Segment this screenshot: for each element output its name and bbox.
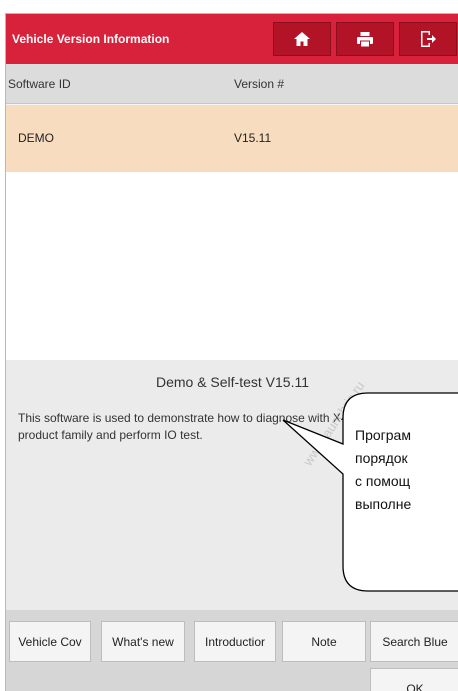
ok-button[interactable]: OK (370, 668, 458, 691)
callout-line: порядок (355, 450, 408, 466)
button-bar: Vehicle Cov What's new Introductior Note… (6, 610, 458, 691)
cell-version: V15.11 (234, 131, 272, 145)
column-header-version: Version # (234, 77, 285, 91)
callout-line: Програм (355, 427, 411, 443)
whats-new-button[interactable]: What's new (101, 621, 185, 662)
cell-software-id: DEMO (18, 131, 54, 145)
note-button[interactable]: Note (282, 621, 366, 662)
home-icon (294, 32, 310, 46)
vehicle-coverage-button[interactable]: Vehicle Cov (9, 621, 91, 662)
table-empty-area (6, 172, 458, 360)
table-row[interactable]: DEMO V15.11 (6, 105, 458, 172)
callout-text: Програм порядок с помощ выполне (355, 424, 458, 516)
callout-line: с помощ (355, 473, 411, 489)
exit-button[interactable] (399, 22, 457, 56)
page-title: Vehicle Version Information (12, 32, 170, 46)
print-icon (357, 31, 373, 47)
introduction-button[interactable]: Introductior (194, 621, 276, 662)
callout-line: выполне (355, 496, 412, 512)
column-header-software-id: Software ID (8, 77, 71, 91)
table-header: Software ID Version # (6, 64, 458, 104)
search-blue-button[interactable]: Search Blue (370, 621, 458, 662)
app-window: Vehicle Version Information Software ID … (5, 13, 458, 691)
title-bar: Vehicle Version Information (6, 14, 458, 64)
info-title: Demo & Self-test V15.11 (155, 374, 310, 390)
home-button[interactable] (273, 22, 331, 56)
exit-icon (421, 31, 436, 47)
print-button[interactable] (336, 22, 394, 56)
